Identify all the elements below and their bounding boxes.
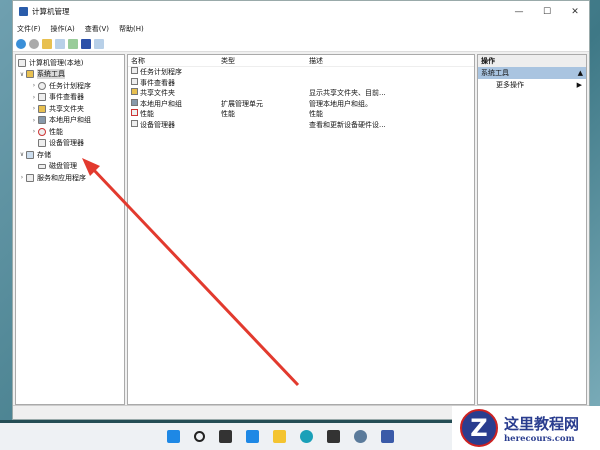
menu-help[interactable]: 帮助(H) (119, 24, 144, 34)
action-pane-icon[interactable] (94, 38, 104, 49)
services-icon (26, 173, 34, 182)
close-button[interactable]: ✕ (561, 1, 589, 22)
disk-icon (38, 163, 46, 169)
users-icon (131, 98, 138, 106)
users-icon (38, 116, 46, 125)
tree-item-disk-management[interactable]: 磁盘管理 (16, 161, 124, 173)
file-explorer-icon[interactable] (272, 430, 286, 443)
tree-item-computer-management[interactable]: 计算机管理(本地) (16, 57, 124, 69)
expander-icon[interactable]: › (30, 128, 38, 135)
column-description[interactable]: 描述 (306, 56, 392, 66)
computer-management-icon (19, 7, 28, 16)
start-icon[interactable] (166, 430, 180, 443)
menu-view[interactable]: 查看(V) (85, 24, 109, 34)
list-item[interactable]: 性能 性能 性能 (128, 109, 474, 120)
event-viewer-icon (38, 93, 46, 102)
export-list-icon[interactable] (68, 38, 78, 49)
expander-icon[interactable]: ∨ (18, 71, 26, 78)
list-item[interactable]: 本地用户和组 扩展管理单元 管理本地用户和组。 (128, 98, 474, 110)
event-viewer-icon (131, 77, 138, 85)
window-title: 计算机管理 (32, 7, 70, 16)
logo-z-icon: Z (460, 409, 498, 447)
details-list: 名称 类型 描述 任务计划程序 事件查看器 共享文件夹 显示共享文件夹、目前...… (127, 54, 475, 405)
title-bar: 计算机管理 — ☐ ✕ (13, 1, 589, 22)
forward-icon[interactable] (29, 38, 39, 49)
tree-item-shared-folders[interactable]: › 共享文件夹 (16, 103, 124, 115)
computer-management-window: 计算机管理 — ☐ ✕ 文件(F) 操作(A) 查看(V) 帮助(H) 计算机管… (12, 0, 590, 420)
task-view-icon[interactable] (218, 430, 232, 443)
computer-management-taskbar-icon[interactable] (380, 430, 394, 443)
minimize-button[interactable]: — (505, 1, 533, 22)
menu-file[interactable]: 文件(F) (17, 24, 41, 34)
search-icon[interactable] (193, 431, 205, 442)
column-name[interactable]: 名称 (128, 56, 218, 66)
expander-icon[interactable]: › (18, 174, 26, 181)
tree-item-services-applications[interactable]: › 服务和应用程序 (16, 172, 124, 184)
menu-action[interactable]: 操作(A) (51, 24, 75, 34)
tree-item-task-scheduler[interactable]: › 任务计划程序 (16, 80, 124, 92)
device-manager-icon (38, 139, 46, 148)
actions-pane: 操作 系统工具 ▲ 更多操作 ▶ (477, 54, 587, 405)
expander-icon[interactable]: › (30, 94, 38, 101)
maximize-button[interactable]: ☐ (533, 1, 561, 22)
shared-folder-icon (38, 104, 46, 113)
device-manager-icon (131, 119, 138, 127)
tree-item-local-users-groups[interactable]: › 本地用户和组 (16, 115, 124, 127)
tree-item-performance[interactable]: › 性能 (16, 126, 124, 138)
show-hide-tree-icon[interactable] (55, 38, 65, 49)
list-item[interactable]: 事件查看器 (128, 77, 474, 89)
more-actions-item[interactable]: 更多操作 ▶ (478, 79, 586, 91)
list-header: 名称 类型 描述 (128, 55, 474, 67)
clock-icon (38, 81, 46, 90)
up-folder-icon[interactable] (42, 38, 52, 49)
tree-item-event-viewer[interactable]: › 事件查看器 (16, 92, 124, 104)
expander-icon[interactable]: › (30, 105, 38, 112)
shared-folder-icon (131, 88, 138, 96)
watermark-logo: Z 这里教程网 herecours.com (452, 406, 600, 450)
list-item[interactable]: 设备管理器 查看和更新设备硬件设... (128, 119, 474, 131)
performance-icon (131, 109, 138, 117)
clock-icon (131, 67, 138, 75)
back-icon[interactable] (16, 38, 26, 49)
column-type[interactable]: 类型 (218, 56, 306, 66)
watermark-url: herecours.com (504, 433, 575, 444)
tree-item-device-manager[interactable]: 设备管理器 (16, 138, 124, 150)
store-icon[interactable] (326, 430, 340, 443)
storage-icon (26, 150, 34, 159)
submenu-arrow-icon: ▶ (576, 81, 582, 89)
collapse-icon[interactable]: ▲ (578, 69, 583, 77)
computer-icon (18, 58, 26, 67)
help-icon[interactable] (81, 38, 91, 49)
menu-bar: 文件(F) 操作(A) 查看(V) 帮助(H) (13, 22, 589, 36)
settings-icon[interactable] (353, 430, 367, 443)
toolbar (13, 36, 589, 52)
console-tree: 计算机管理(本地) ∨ 系统工具 › 任务计划程序 › 事件查看器 › 共享文件夹 › 本… (15, 54, 125, 405)
toolbox-icon (26, 70, 34, 79)
list-item[interactable]: 共享文件夹 显示共享文件夹、目前... (128, 88, 474, 99)
actions-header: 操作 (478, 55, 586, 67)
tree-item-storage[interactable]: ∨ 存储 (16, 149, 124, 161)
tree-item-system-tools[interactable]: ∨ 系统工具 (16, 69, 124, 81)
expander-icon[interactable]: › (30, 117, 38, 124)
edge-icon[interactable] (299, 430, 313, 443)
actions-section-system-tools[interactable]: 系统工具 ▲ (478, 67, 586, 79)
expander-icon[interactable]: ∨ (18, 151, 26, 158)
expander-icon[interactable]: › (30, 82, 38, 89)
watermark-title: 这里教程网 (504, 414, 580, 433)
list-item[interactable]: 任务计划程序 (128, 67, 474, 78)
widgets-icon[interactable] (245, 430, 259, 443)
performance-icon (38, 127, 46, 136)
